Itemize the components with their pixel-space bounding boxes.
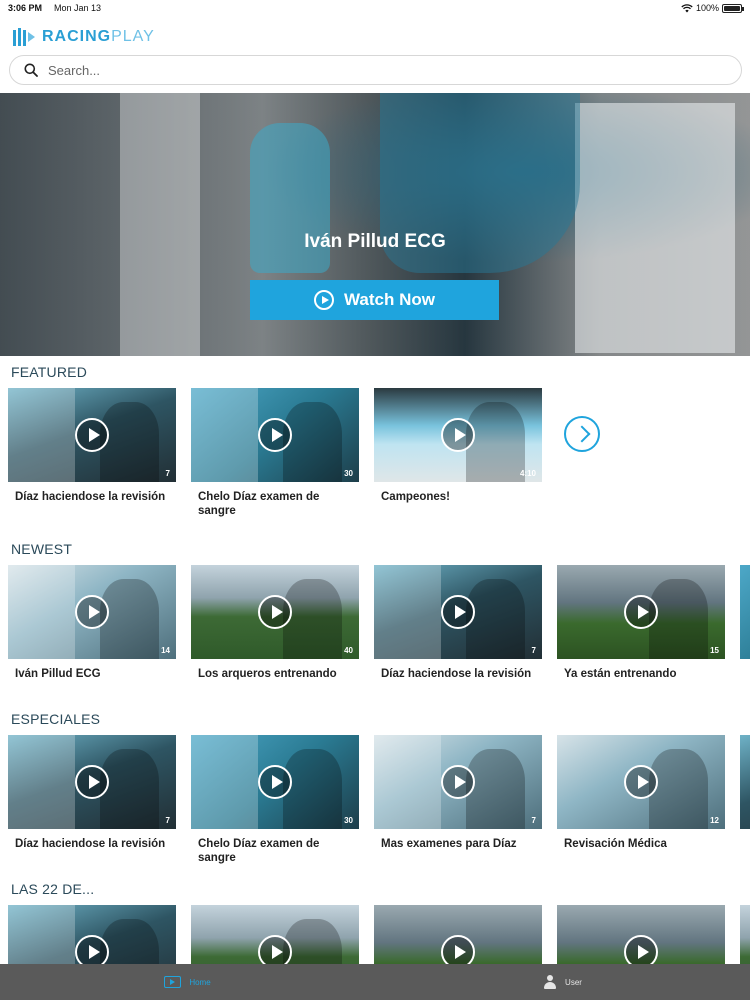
video-thumbnail[interactable]: 30: [191, 388, 359, 482]
video-duration: 30: [344, 816, 353, 825]
status-right: 100%: [681, 3, 744, 13]
video-title[interactable]: Mas examenes para Díaz: [374, 837, 534, 851]
app-screen: 3:06 PM Mon Jan 13 100% RACINGPLAY Searc…: [0, 0, 750, 1000]
video-title[interactable]: Revisación Médica: [557, 837, 717, 851]
especiales-row: 7 Díaz haciendose la revisión 30 Chelo D…: [8, 735, 750, 875]
chevron-right-icon[interactable]: [564, 416, 600, 452]
video-card[interactable]: 15 Ya están entrenando: [557, 565, 725, 681]
play-icon[interactable]: [441, 765, 475, 799]
video-card[interactable]: 14 Iván Pillud ECG: [8, 565, 176, 681]
video-card-partial[interactable]: [740, 735, 750, 829]
video-card[interactable]: 7 Mas examenes para Díaz: [374, 735, 542, 851]
video-title[interactable]: Iván Pillud ECG: [8, 667, 168, 681]
battery-icon: [722, 3, 744, 13]
video-title[interactable]: Los arqueros entrenando: [191, 667, 351, 681]
video-thumbnail[interactable]: 7: [374, 735, 542, 829]
play-icon[interactable]: [258, 765, 292, 799]
video-duration: 7: [531, 816, 536, 825]
video-thumbnail[interactable]: 12: [557, 735, 725, 829]
tab-bar: Home User: [0, 964, 750, 1000]
tab-user[interactable]: User: [375, 964, 750, 1000]
video-card[interactable]: 40 Los arqueros entrenando: [191, 565, 359, 681]
app-header: RACINGPLAY: [12, 24, 155, 50]
search-input[interactable]: [48, 62, 648, 78]
play-icon[interactable]: [75, 765, 109, 799]
brand-name-play: PLAY: [111, 28, 155, 45]
video-duration: 12: [710, 816, 719, 825]
video-duration: 40: [344, 646, 353, 655]
hero-image-detail: [575, 103, 735, 353]
battery-percent: 100%: [695, 3, 719, 13]
video-duration: 4:10: [519, 469, 536, 478]
play-icon[interactable]: [258, 418, 292, 452]
brand-name[interactable]: RACINGPLAY: [42, 28, 155, 46]
play-icon[interactable]: [258, 595, 292, 629]
hero-image-detail: [120, 93, 200, 356]
status-bar: 3:06 PM Mon Jan 13 100%: [0, 0, 750, 16]
video-duration: 7: [531, 646, 536, 655]
section-title-newest: NEWEST: [11, 541, 73, 557]
video-duration: 7: [165, 816, 170, 825]
brand-name-racing: RACING: [42, 28, 112, 45]
hero-banner[interactable]: Iván Pillud ECG Watch Now: [0, 93, 750, 356]
video-thumbnail[interactable]: 4:10: [374, 388, 542, 482]
video-duration: 15: [710, 646, 719, 655]
section-title-especiales: ESPECIALES: [11, 711, 101, 727]
search-bar[interactable]: [9, 55, 742, 85]
video-duration: 7: [165, 469, 170, 478]
video-thumbnail[interactable]: [740, 565, 750, 659]
user-icon: [543, 975, 557, 989]
video-thumbnail[interactable]: 40: [191, 565, 359, 659]
video-thumbnail[interactable]: [740, 735, 750, 829]
play-icon[interactable]: [441, 418, 475, 452]
video-thumbnail[interactable]: 30: [191, 735, 359, 829]
watch-now-button[interactable]: Watch Now: [250, 280, 499, 320]
video-thumbnail[interactable]: 15: [557, 565, 725, 659]
video-duration: 14: [161, 646, 170, 655]
tv-play-icon: [164, 976, 182, 988]
play-icon[interactable]: [624, 595, 658, 629]
video-title[interactable]: Díaz haciendose la revisión: [8, 490, 168, 504]
wifi-icon: [681, 3, 693, 12]
video-title[interactable]: Ya están entrenando: [557, 667, 717, 681]
tab-user-label: User: [565, 977, 582, 987]
search-icon: [24, 63, 38, 77]
status-time: 3:06 PM: [8, 3, 43, 13]
play-icon[interactable]: [441, 595, 475, 629]
video-card[interactable]: 30 Chelo Díaz examen de sangre: [191, 388, 359, 518]
play-icon[interactable]: [624, 765, 658, 799]
video-title[interactable]: Chelo Díaz examen de sangre: [191, 490, 351, 518]
video-duration: 30: [344, 469, 353, 478]
video-card[interactable]: 7 Díaz haciendose la revisión: [374, 565, 542, 681]
status-date: Mon Jan 13: [54, 3, 102, 13]
tab-home[interactable]: Home: [0, 964, 375, 1000]
video-title[interactable]: Campeones!: [374, 490, 534, 504]
video-card[interactable]: 7 Díaz haciendose la revisión: [8, 735, 176, 851]
play-icon[interactable]: [75, 418, 109, 452]
newest-row: 14 Iván Pillud ECG 40 Los arqueros entre…: [8, 565, 750, 705]
video-title[interactable]: Chelo Díaz examen de sangre: [191, 837, 351, 865]
video-title[interactable]: Díaz haciendose la revisión: [8, 837, 168, 851]
racingplay-logo-icon: [13, 28, 35, 46]
video-card[interactable]: 30 Chelo Díaz examen de sangre: [191, 735, 359, 865]
play-icon[interactable]: [75, 595, 109, 629]
video-thumbnail[interactable]: 7: [8, 735, 176, 829]
play-circle-icon: [314, 290, 334, 310]
featured-row: 7 Díaz haciendose la revisión 30 Chelo D…: [8, 388, 750, 528]
video-card[interactable]: 12 Revisación Médica: [557, 735, 725, 851]
section-title-featured: FEATURED: [11, 364, 88, 380]
video-card[interactable]: 4:10 Campeones!: [374, 388, 542, 504]
video-thumbnail[interactable]: 14: [8, 565, 176, 659]
hero-title: Iván Pillud ECG: [304, 231, 446, 252]
video-thumbnail[interactable]: 7: [374, 565, 542, 659]
watch-now-label: Watch Now: [344, 290, 435, 309]
video-card[interactable]: 7 Díaz haciendose la revisión: [8, 388, 176, 504]
tab-home-label: Home: [189, 977, 211, 987]
section-title-las-22: LAS 22 DE...: [11, 881, 95, 897]
video-card-partial[interactable]: [740, 565, 750, 659]
video-title[interactable]: Díaz haciendose la revisión: [374, 667, 534, 681]
video-thumbnail[interactable]: 7: [8, 388, 176, 482]
